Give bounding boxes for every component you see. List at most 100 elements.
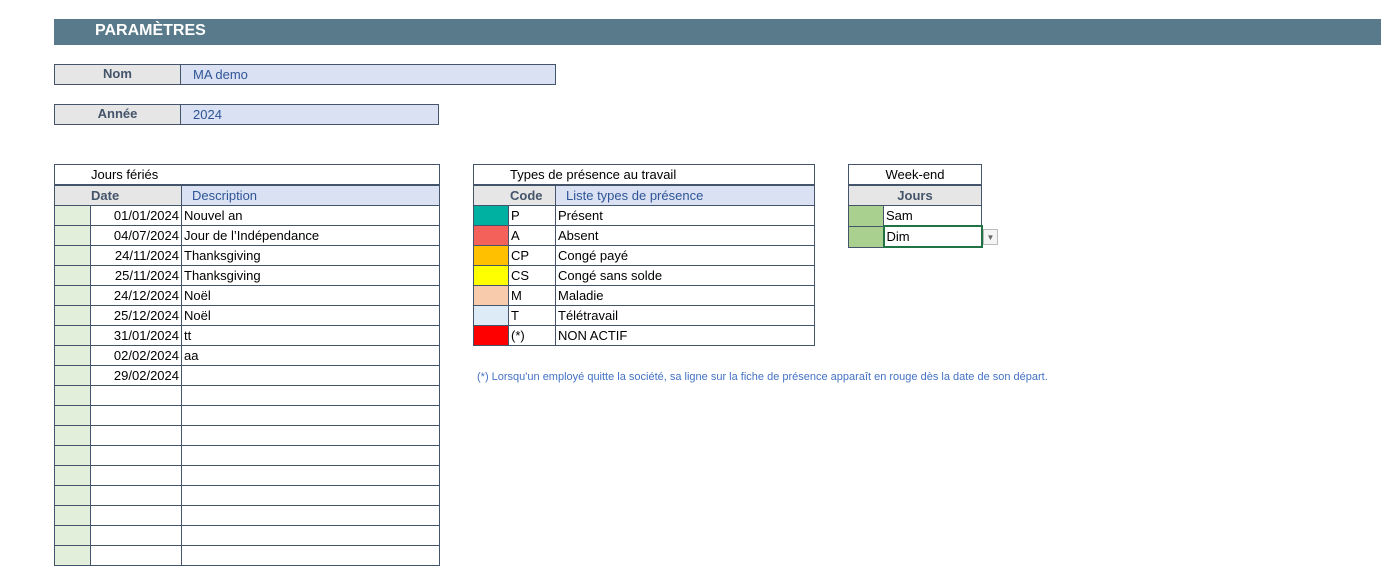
- holiday-description[interactable]: tt: [180, 325, 441, 346]
- holiday-date[interactable]: [90, 545, 182, 566]
- presence-color-swatch: [473, 265, 509, 286]
- holiday-description[interactable]: Thanksgiving: [180, 245, 441, 266]
- holiday-date[interactable]: 25/11/2024: [90, 265, 182, 286]
- weekend-title: Week-end: [847, 164, 983, 186]
- holiday-row: 01/01/2024 Nouvel an: [54, 205, 441, 226]
- holiday-description[interactable]: Jour de l’Indépendance: [180, 225, 441, 246]
- presence-row: (*) NON ACTIF: [473, 325, 815, 346]
- holiday-date[interactable]: 24/11/2024: [90, 245, 182, 266]
- holiday-row: 24/12/2024 Noël: [54, 285, 441, 306]
- holiday-description[interactable]: [180, 525, 441, 546]
- holiday-date[interactable]: 02/02/2024: [90, 345, 182, 366]
- holiday-description[interactable]: [180, 445, 441, 466]
- holiday-description[interactable]: [180, 545, 441, 566]
- presence-description[interactable]: Télétravail: [555, 305, 815, 326]
- dropdown-arrow-icon[interactable]: ▼: [983, 229, 998, 245]
- presence-table: Types de présence au travail Code Liste t…: [473, 164, 815, 346]
- presence-code[interactable]: M: [508, 285, 556, 306]
- holiday-date[interactable]: [90, 425, 182, 446]
- presence-note: (*) Lorsqu'un employé quitte la société,…: [477, 371, 1048, 383]
- row-marker: [54, 365, 91, 386]
- holiday-date[interactable]: [90, 505, 182, 526]
- col-date: Date: [54, 184, 182, 206]
- holiday-date[interactable]: [90, 385, 182, 406]
- holiday-row: [54, 465, 441, 486]
- holiday-date[interactable]: 29/02/2024: [90, 365, 182, 386]
- presence-code[interactable]: A: [508, 225, 556, 246]
- holiday-date[interactable]: [90, 405, 182, 426]
- presence-code[interactable]: P: [508, 205, 556, 226]
- holiday-description[interactable]: [180, 405, 441, 426]
- holiday-description[interactable]: Thanksgiving: [180, 265, 441, 286]
- holiday-description[interactable]: Noël: [180, 305, 441, 326]
- presence-row: T Télétravail: [473, 305, 815, 326]
- holiday-date[interactable]: 01/01/2024: [90, 205, 182, 226]
- weekend-day[interactable]: Dim: [882, 225, 983, 248]
- holiday-date[interactable]: [90, 465, 182, 486]
- presence-color-swatch: [473, 305, 509, 326]
- holiday-description[interactable]: [180, 385, 441, 406]
- annee-field[interactable]: 2024: [181, 104, 439, 125]
- presence-description[interactable]: Absent: [555, 225, 815, 246]
- holiday-description[interactable]: [180, 485, 441, 506]
- presence-color-swatch: [473, 205, 509, 226]
- presence-code[interactable]: (*): [508, 325, 556, 346]
- weekend-color-swatch: [848, 205, 884, 227]
- holiday-row: [54, 505, 441, 526]
- holiday-description[interactable]: [180, 505, 441, 526]
- row-marker: [54, 265, 91, 286]
- presence-description[interactable]: NON ACTIF: [555, 325, 815, 346]
- holiday-row: 04/07/2024 Jour de l’Indépendance: [54, 225, 441, 246]
- presence-description[interactable]: Maladie: [555, 285, 815, 306]
- holidays-table: Jours fériés Date Description 01/01/2024 N…: [53, 164, 441, 566]
- weekend-day[interactable]: Sam: [882, 205, 983, 227]
- holiday-description[interactable]: aa: [180, 345, 441, 366]
- presence-description[interactable]: Congé sans solde: [555, 265, 815, 286]
- holiday-date[interactable]: 24/12/2024: [90, 285, 182, 306]
- presence-title: Types de présence au travail: [473, 164, 815, 186]
- holiday-row: 24/11/2024 Thanksgiving: [54, 245, 441, 266]
- holiday-description[interactable]: Nouvel an: [180, 205, 441, 226]
- presence-code[interactable]: CP: [508, 245, 556, 266]
- holiday-row: 02/02/2024 aa: [54, 345, 441, 366]
- nom-field[interactable]: MA demo: [181, 64, 556, 85]
- row-marker: [54, 465, 91, 486]
- weekend-row: Dim: [848, 225, 983, 248]
- holiday-date[interactable]: 04/07/2024: [90, 225, 182, 246]
- holiday-description[interactable]: Noël: [180, 285, 441, 306]
- holiday-row: 31/01/2024 tt: [54, 325, 441, 346]
- holiday-date[interactable]: [90, 485, 182, 506]
- holiday-row: [54, 545, 441, 566]
- presence-row: CS Congé sans solde: [473, 265, 815, 286]
- col-presence-types: Liste types de présence: [555, 184, 815, 206]
- holiday-description[interactable]: [180, 365, 441, 386]
- holiday-description[interactable]: [180, 465, 441, 486]
- presence-color-swatch: [473, 325, 509, 346]
- weekend-color-swatch: [848, 225, 884, 248]
- presence-code[interactable]: CS: [508, 265, 556, 286]
- presence-description[interactable]: Congé payé: [555, 245, 815, 266]
- presence-code[interactable]: T: [508, 305, 556, 326]
- presence-description[interactable]: Présent: [555, 205, 815, 226]
- holiday-row: 25/12/2024 Noël: [54, 305, 441, 326]
- holiday-date[interactable]: 31/01/2024: [90, 325, 182, 346]
- holiday-row: [54, 485, 441, 506]
- holiday-date[interactable]: [90, 525, 182, 546]
- holiday-description[interactable]: [180, 425, 441, 446]
- holiday-date[interactable]: [90, 445, 182, 466]
- holiday-row: [54, 445, 441, 466]
- holiday-date[interactable]: 25/12/2024: [90, 305, 182, 326]
- presence-color-swatch: [473, 285, 509, 306]
- row-marker: [54, 425, 91, 446]
- holidays-title: Jours fériés: [53, 164, 441, 186]
- presence-row: P Présent: [473, 205, 815, 226]
- page-title: PARAMÈTRES: [54, 19, 1381, 45]
- row-marker: [54, 525, 91, 546]
- nom-label: Nom: [54, 64, 181, 85]
- row-marker: [54, 545, 91, 566]
- row-marker: [54, 245, 91, 266]
- row-marker: [54, 485, 91, 506]
- presence-color-swatch: [473, 245, 509, 266]
- weekend-row: Sam: [848, 205, 983, 227]
- row-marker: [54, 505, 91, 526]
